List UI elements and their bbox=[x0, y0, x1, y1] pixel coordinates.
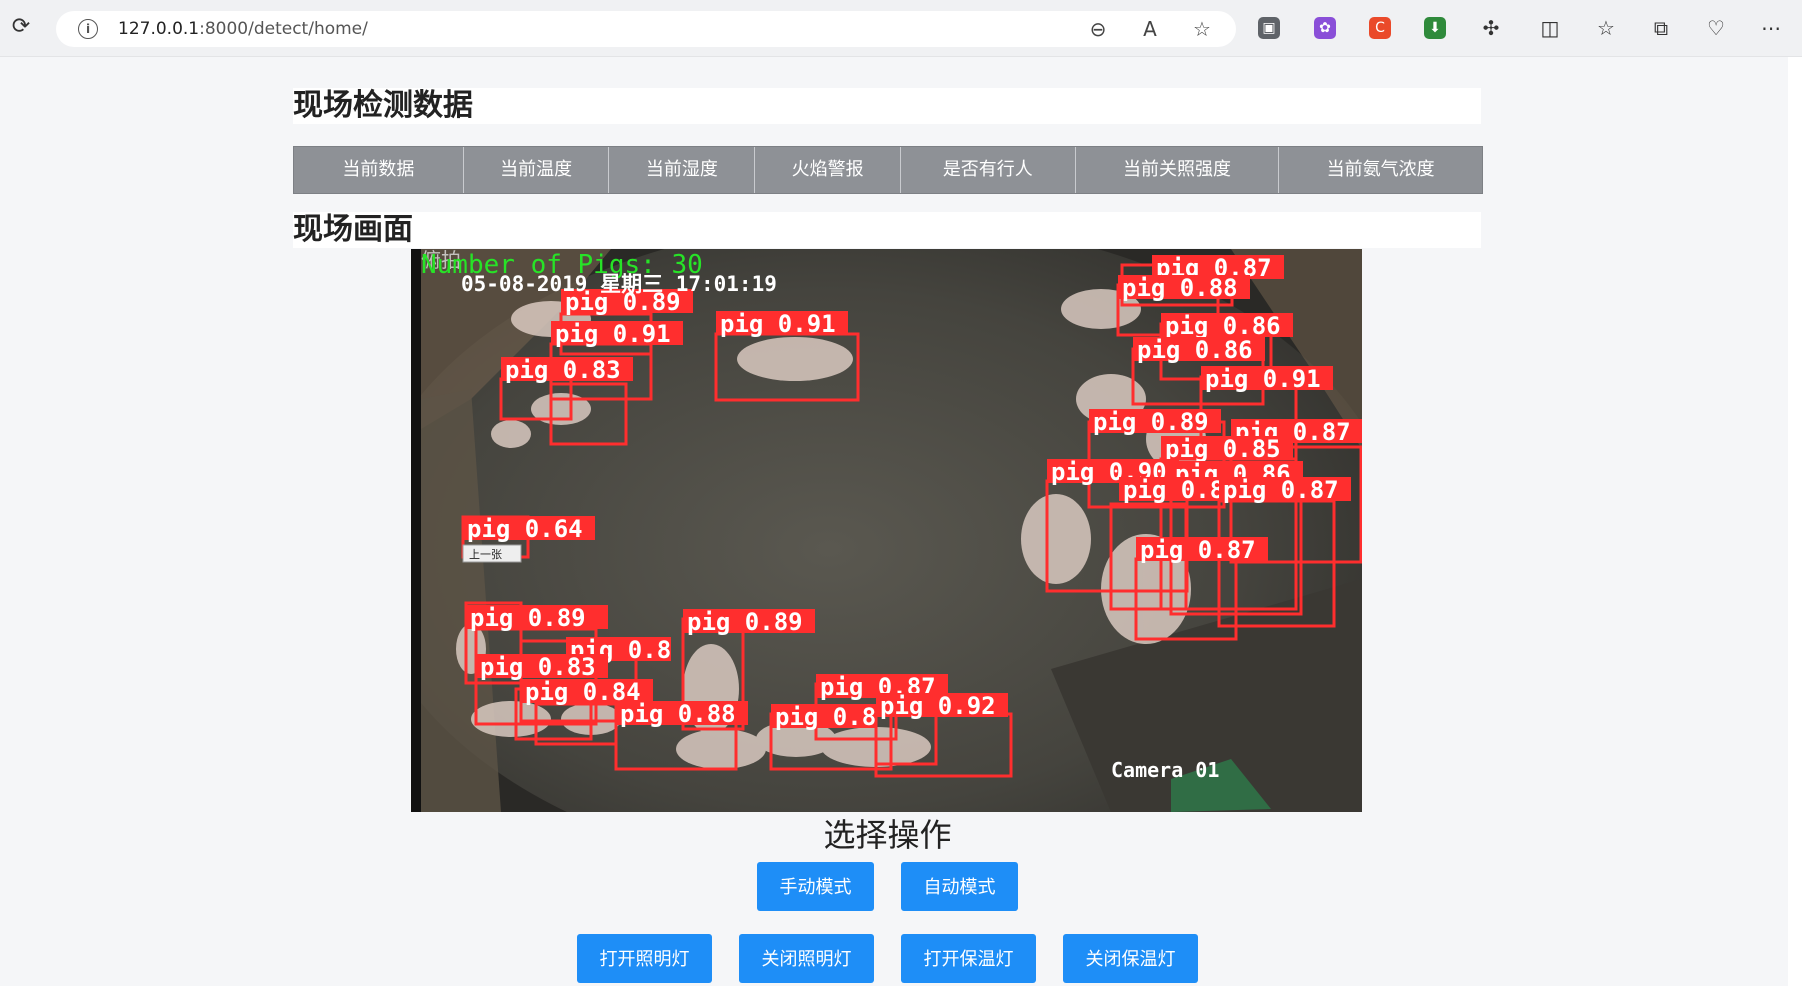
detection-label: pig 0.89 bbox=[466, 604, 608, 632]
camera-label: Camera 01 bbox=[1111, 758, 1219, 782]
detection-label: pig 0.86 bbox=[1133, 336, 1265, 364]
label-text: pig 0.8 bbox=[775, 703, 876, 731]
detection-label: pig 0.91 bbox=[1201, 365, 1333, 393]
prev-image-button[interactable]: 上一张 bbox=[462, 544, 522, 563]
column-header: 当前温度 bbox=[464, 147, 610, 193]
pig-body bbox=[491, 420, 531, 448]
favorites-icon[interactable]: ☆ bbox=[1593, 15, 1619, 41]
favorite-star-icon[interactable]: ☆ bbox=[1190, 17, 1214, 41]
camera-feed: pig 0.87 pig 0.88 pig 0.86 pig 0.86 pig … bbox=[411, 249, 1362, 812]
read-aloud-icon[interactable]: A bbox=[1138, 17, 1162, 41]
label-text: pig 0.83 bbox=[480, 653, 596, 681]
scrollbar[interactable] bbox=[1788, 57, 1802, 986]
label-text: pig 0.8 bbox=[1123, 476, 1224, 504]
zoom-out-icon[interactable]: ⊖ bbox=[1086, 17, 1110, 41]
light-off-button[interactable]: 关闭照明灯 bbox=[739, 934, 874, 983]
collections-icon[interactable]: ⧉ bbox=[1648, 15, 1674, 41]
column-header: 当前数据 bbox=[294, 147, 464, 193]
detection-label: pig 0.89 bbox=[1089, 408, 1221, 436]
site-info-icon[interactable]: i bbox=[78, 19, 98, 39]
address-bar[interactable]: i 127.0.0.1:8000/detect/home/ ⊖ A ☆ bbox=[56, 11, 1236, 47]
detection-label: pig 0.88 bbox=[1118, 274, 1250, 302]
operations-title: 选择操作 bbox=[823, 816, 952, 854]
data-table-header: 当前数据 当前温度 当前湿度 火焰警报 是否有行人 当前关照强度 当前氨气浓度 bbox=[293, 146, 1483, 194]
detection-label: pig 0.83 bbox=[476, 653, 608, 681]
reload-icon[interactable]: ⟳ bbox=[8, 14, 34, 40]
detection-label: pig 0.92 bbox=[876, 692, 1008, 720]
detection-label: pig 0.8 bbox=[1119, 476, 1224, 504]
auto-mode-button[interactable]: 自动模式 bbox=[901, 862, 1018, 911]
label-text: pig 0.88 bbox=[620, 700, 736, 728]
left-edge bbox=[411, 249, 421, 812]
section-title-data: 现场检测数据 bbox=[293, 88, 1481, 124]
label-text: pig 0.64 bbox=[467, 515, 583, 543]
label-text: pig 0.91 bbox=[1205, 365, 1321, 393]
heat-lamp-off-button[interactable]: 关闭保温灯 bbox=[1063, 934, 1198, 983]
browser-toolbar: ⟳ i 127.0.0.1:8000/detect/home/ ⊖ A ☆ ▣ … bbox=[0, 0, 1802, 57]
pig-body bbox=[1021, 494, 1091, 584]
column-header: 是否有行人 bbox=[901, 147, 1076, 193]
split-screen-icon[interactable]: ◫ bbox=[1537, 15, 1563, 41]
detection-label: pig 0.88 bbox=[616, 700, 748, 728]
column-header: 火焰警报 bbox=[755, 147, 901, 193]
datetime-overlay: 05-08-2019 星期三 17:01:19 bbox=[461, 272, 777, 296]
extensions-puzzle-icon[interactable]: ✣ bbox=[1478, 15, 1504, 41]
label-text: pig 0.87 bbox=[1223, 476, 1339, 504]
label-text: pig 0.85 bbox=[1165, 435, 1281, 463]
detection-label: pig 0.91 bbox=[716, 310, 848, 338]
pig-body bbox=[737, 337, 853, 381]
detection-label: pig 0.87 bbox=[1136, 536, 1268, 564]
url-host: 127.0.0.1 bbox=[118, 19, 200, 39]
section-title-video: 现场画面 bbox=[293, 212, 1481, 248]
detection-label: pig 0.87 bbox=[1219, 476, 1351, 504]
heat-lamp-on-button[interactable]: 打开保温灯 bbox=[901, 934, 1036, 983]
column-header: 当前关照强度 bbox=[1076, 147, 1280, 193]
label-text: pig 0.86 bbox=[1137, 336, 1253, 364]
detection-label: pig 0.85 bbox=[1161, 435, 1293, 463]
more-menu-icon[interactable]: ⋯ bbox=[1758, 15, 1784, 41]
url-path: :8000/detect/home/ bbox=[199, 19, 368, 39]
label-text: pig 0.91 bbox=[720, 310, 836, 338]
url-text: 127.0.0.1:8000/detect/home/ bbox=[118, 19, 368, 39]
detection-label: pig 0.64 bbox=[463, 515, 595, 543]
performance-icon[interactable]: ♡ bbox=[1703, 15, 1729, 41]
column-header: 当前氨气浓度 bbox=[1326, 159, 1435, 180]
detection-label: pig 0.89 bbox=[683, 608, 815, 636]
label-text: pig 0.87 bbox=[1140, 536, 1256, 564]
column-header: 当前湿度 bbox=[609, 147, 756, 193]
label-text: pig 0.89 bbox=[470, 604, 586, 632]
c-extension-icon[interactable]: C bbox=[1369, 17, 1391, 39]
manual-mode-button[interactable]: 手动模式 bbox=[757, 862, 874, 911]
camera-frame: pig 0.87 pig 0.88 pig 0.86 pig 0.86 pig … bbox=[411, 249, 1362, 812]
label-text: pig 0.92 bbox=[880, 692, 996, 720]
pig-body bbox=[676, 729, 766, 769]
download-extension-icon[interactable]: ⬇ bbox=[1424, 17, 1446, 39]
extension-icon[interactable]: ▣ bbox=[1258, 17, 1280, 39]
brain-extension-icon[interactable]: ✿ bbox=[1314, 17, 1336, 39]
label-text: pig 0.88 bbox=[1122, 274, 1238, 302]
detection-label: pig 0.83 bbox=[501, 356, 633, 384]
detection-label: pig 0.8 bbox=[771, 703, 876, 731]
label-text: pig 0.89 bbox=[687, 608, 803, 636]
pig-body bbox=[471, 701, 551, 737]
light-on-button[interactable]: 打开照明灯 bbox=[577, 934, 712, 983]
prev-button-label[interactable]: 上一张 bbox=[469, 548, 502, 561]
label-text: pig 0.91 bbox=[555, 320, 671, 348]
label-text: pig 0.89 bbox=[1093, 408, 1209, 436]
detection-label: pig 0.91 bbox=[551, 320, 683, 348]
label-text: pig 0.83 bbox=[505, 356, 621, 384]
